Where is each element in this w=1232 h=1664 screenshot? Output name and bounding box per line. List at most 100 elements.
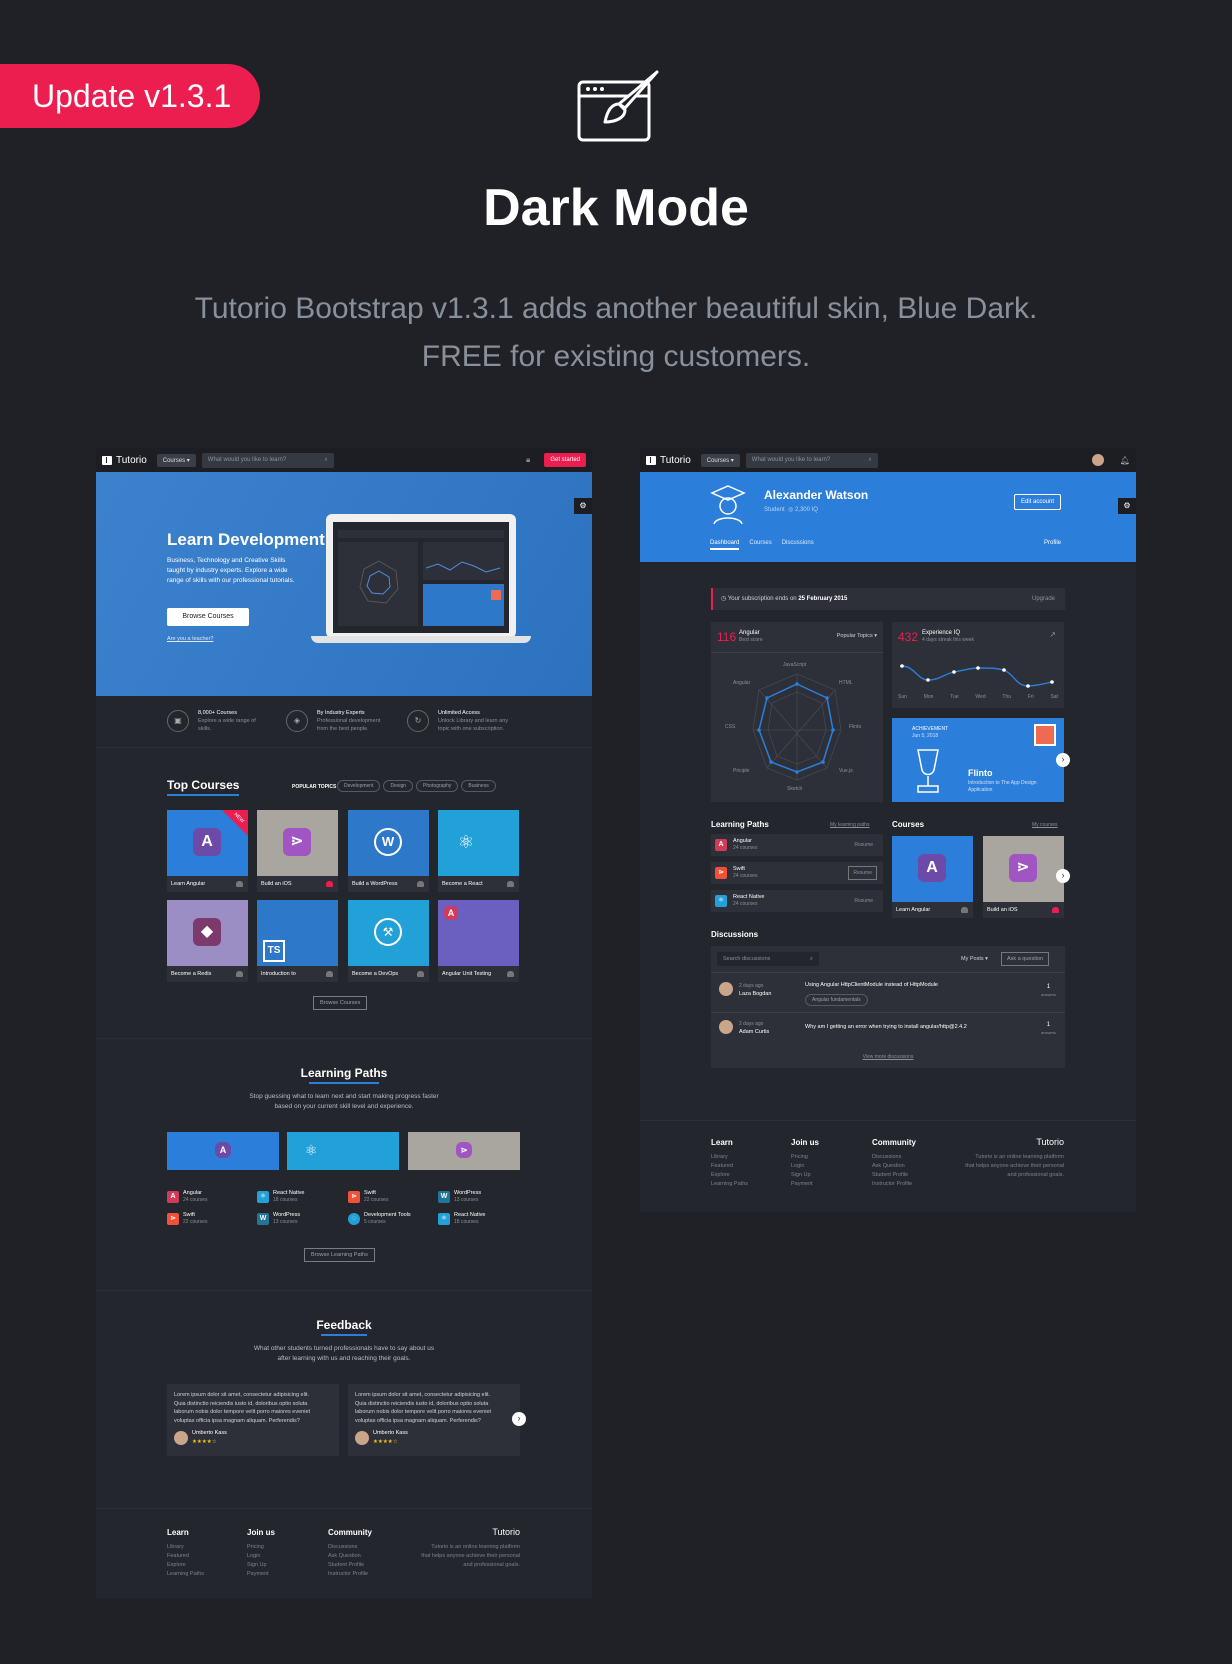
book-icon [102,455,112,465]
topic-pill[interactable]: Photography [416,780,459,792]
discussion-search[interactable]: Search discussions ⌕ [717,952,819,966]
subtitle-line-1: Tutorio Bootstrap v1.3.1 adds another be… [194,292,1038,325]
search-icon[interactable]: ⌕ [868,457,871,464]
course-card[interactable]: ⚛ Become a React [438,810,519,892]
achievement-card: ACHIEVEMENT Jun 5, 2018 Flinto Introducti… [892,718,1064,802]
book-icon [646,455,656,465]
path-item[interactable]: ⋗ Swift 22 courses [348,1190,388,1204]
settings-gear-icon[interactable]: ⚙ [1118,498,1136,514]
path-banner-angular[interactable]: A [167,1132,279,1170]
heart-icon[interactable] [417,971,424,977]
path-row[interactable]: ⋗ Swift 24 courses Resume [711,862,883,884]
path-item[interactable]: W WordPress 13 courses [257,1212,300,1226]
flinto-icon [1034,724,1056,746]
tag-pill[interactable]: Angular fundamentals [805,994,868,1006]
resume-button[interactable]: Resume [854,898,873,904]
heart-icon[interactable] [961,907,968,913]
resume-button[interactable]: Resume [854,842,873,848]
navbar: Tutorio Courses ▾ What would you like to… [96,448,592,472]
course-card[interactable]: ◆ Become a Redis [167,900,248,982]
heart-icon[interactable] [326,881,333,887]
search-icon[interactable]: ⌕ [810,956,813,963]
path-item[interactable]: W WordPress 13 courses [438,1190,481,1204]
next-arrow-icon[interactable]: › [512,1412,526,1426]
path-banner-react[interactable]: ⚛ [287,1132,399,1170]
browse-paths-button[interactable]: Browse Learning Paths [304,1248,375,1262]
navbar: Tutorio Courses ▾ What would you like to… [640,448,1136,472]
course-card[interactable]: ⋗ Build an iOS [983,836,1064,918]
course-card[interactable]: A NEW Learn Angular [167,810,248,892]
discussion-row[interactable]: 2 days ago Laza Bogdan Using Angular Http… [711,974,1065,1012]
heart-icon[interactable] [236,881,243,887]
tab-dashboard[interactable]: Dashboard [710,540,740,550]
teacher-link[interactable]: Are you a teacher? [167,636,213,642]
learning-paths-heading: Learning Paths [300,1066,388,1080]
next-arrow-icon[interactable]: › [1056,869,1070,883]
path-row[interactable]: ⚛ React Native 24 courses Resume [711,890,883,912]
refresh-icon: ↻ [407,710,429,732]
path-item[interactable]: ◌ Development Tools 5 courses [348,1212,411,1226]
lock-icon[interactable]: 🔒︎ [526,455,530,465]
discussions-panel: Search discussions ⌕ My Posts ▾ Ask a que… [711,946,1065,1068]
topic-pill[interactable]: Development [337,780,381,792]
footer-community: Community Discussions Ask Question Student … [328,1528,372,1577]
heart-icon[interactable] [326,971,333,977]
rating-stars: ★★★★☆ [192,1438,217,1445]
my-posts-dropdown[interactable]: My Posts ▾ [961,956,988,962]
heart-icon[interactable] [236,971,243,977]
wordpress-icon: W [374,828,402,856]
get-started-button[interactable]: Get started [544,453,586,467]
user-avatar[interactable] [1091,454,1104,466]
course-card[interactable]: ⚒ Become a DevOps [348,900,429,982]
heart-icon[interactable] [1052,907,1059,913]
search-input[interactable]: What would you like to learn? ⌕ [201,452,334,468]
hero-title: Learn Development [167,530,325,549]
upgrade-link[interactable]: Upgrade [1032,588,1055,610]
my-learning-paths-link[interactable]: My learning paths [830,822,869,828]
course-card[interactable]: A Learn Angular [892,836,973,918]
my-courses-link[interactable]: My courses [1032,822,1058,828]
next-arrow-icon[interactable]: › [1056,753,1070,767]
logo[interactable]: Tutorio [646,455,691,466]
resume-button[interactable]: Resume [848,866,877,880]
settings-gear-icon[interactable]: ⚙ [574,498,592,514]
courses-dropdown[interactable]: Courses ▾ [156,453,196,467]
path-banner-swift[interactable]: ⋗ [408,1132,520,1170]
course-card[interactable]: A Angular Unit Testing [438,900,519,982]
courses-dropdown[interactable]: Courses ▾ [700,453,740,467]
browse-courses-outline-button[interactable]: Browse Courses [313,996,368,1010]
path-row[interactable]: A Angular 24 courses Resume [711,834,883,856]
heart-icon[interactable] [417,881,424,887]
heart-icon[interactable] [507,971,514,977]
course-card[interactable]: W Build a WordPress [348,810,429,892]
view-more-link[interactable]: View more discussions [711,1054,1065,1060]
browse-courses-button[interactable]: Browse Courses [167,608,249,626]
tab-discussions[interactable]: Discussions [782,540,814,550]
topic-pill[interactable]: Business [461,780,496,792]
angular-icon: A [167,1191,179,1203]
search-icon[interactable]: ⌕ [324,457,327,464]
profile-link[interactable]: Profile [1044,540,1061,546]
path-item[interactable]: ⚛ React Native 18 courses [257,1190,305,1204]
course-card[interactable]: ⋗ Build an iOS [257,810,338,892]
tab-courses[interactable]: Courses [749,540,771,550]
path-item[interactable]: ⋗ Swift 22 courses [167,1212,207,1226]
ask-question-button[interactable]: Ask a question [1001,952,1050,966]
feature-experts: By Industry Experts Professional developm… [317,710,381,732]
edit-account-button[interactable]: Edit account [1014,494,1062,510]
heart-icon[interactable] [507,881,514,887]
discussion-row[interactable]: 2 days ago Adam Curtis Why am I getting a… [711,1014,1065,1048]
search-input[interactable]: What would you like to learn? ⌕ [745,452,878,468]
bell-icon[interactable]: 🔔︎ [1120,456,1130,465]
logo[interactable]: Tutorio [102,455,147,466]
path-item[interactable]: ⚛ React Native 18 courses [438,1212,486,1226]
topic-pill[interactable]: Design [383,780,414,792]
path-item[interactable]: A Angular 24 courses [167,1190,207,1204]
course-card[interactable]: TS Introduction to [257,900,338,982]
footer-join: Join us Pricing Login Sign Up Payment [247,1528,276,1577]
page-title: Dark Mode [483,179,749,237]
search-placeholder: What would you like to learn? [751,456,831,463]
popular-topics-dropdown[interactable]: Popular Topics ▾ [837,633,877,639]
angular-score-card: 116 Angular Best score Popular Topics ▾ J… [711,622,883,802]
hero-text: Business, Technology and Creative Skills… [167,557,295,584]
